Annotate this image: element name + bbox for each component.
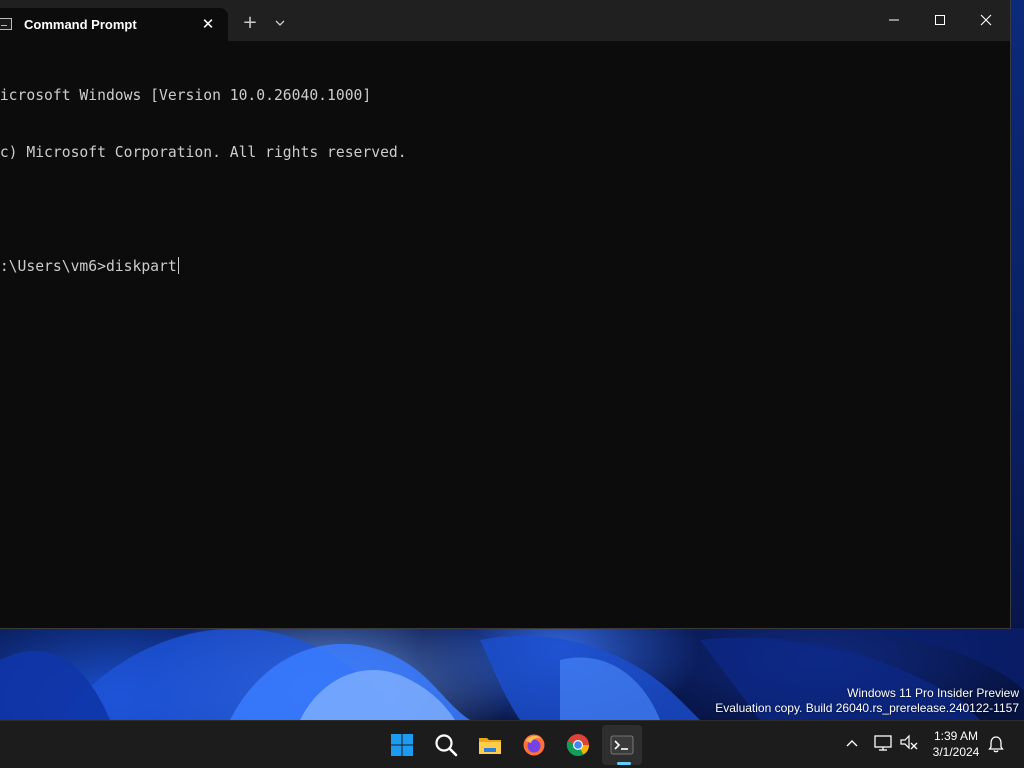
close-window-button[interactable] <box>963 0 1009 41</box>
network-icon <box>874 735 892 751</box>
notifications-button[interactable] <box>986 734 1006 754</box>
title-bar[interactable]: Command Prompt ✕ + <box>0 0 1010 41</box>
system-clock[interactable]: 1:39 AM 3/1/2024 <box>928 728 984 760</box>
taskbar <box>0 720 1024 768</box>
volume-muted-icon <box>900 734 918 750</box>
firefox-icon <box>523 734 545 756</box>
console-output[interactable]: Microsoft Windows [Version 10.0.26040.10… <box>0 48 1000 314</box>
desktop: Windows 11 Pro Insider Preview Evaluatio… <box>0 0 1024 768</box>
minimize-icon <box>889 19 899 21</box>
new-tab-button[interactable]: + <box>240 13 260 33</box>
tab-dropdown-button[interactable] <box>270 13 290 33</box>
search-icon <box>435 734 458 757</box>
windows-logo-icon <box>391 734 413 756</box>
chevron-up-icon <box>846 740 858 747</box>
volume-button[interactable] <box>899 733 919 753</box>
start-button[interactable] <box>382 725 422 765</box>
clock-date: 3/1/2024 <box>932 745 980 759</box>
watermark-build: Evaluation copy. Build 26040.rs_prerelea… <box>715 701 1019 715</box>
show-hidden-icons-button[interactable] <box>843 735 861 753</box>
console-line: Microsoft Windows [Version 10.0.26040.10… <box>0 87 372 104</box>
chrome-button[interactable] <box>558 725 598 765</box>
maximize-icon <box>935 15 945 25</box>
file-explorer-button[interactable] <box>470 725 510 765</box>
running-indicator <box>617 762 631 765</box>
tab-close-button[interactable]: ✕ <box>200 16 216 32</box>
terminal-taskbar-button[interactable] <box>602 725 642 765</box>
os-watermark: Windows 11 Pro Insider Preview Evaluatio… <box>715 686 1019 716</box>
search-button[interactable] <box>426 725 466 765</box>
terminal-icon <box>610 735 634 755</box>
maximize-button[interactable] <box>917 0 963 41</box>
folder-icon <box>479 738 501 754</box>
console-line: (c) Microsoft Corporation. All rights re… <box>0 144 407 161</box>
tab-title: Command Prompt <box>24 17 137 32</box>
network-button[interactable] <box>873 733 893 753</box>
minimize-button[interactable] <box>871 0 917 41</box>
clock-time: 1:39 AM <box>933 729 979 743</box>
console-input[interactable]: C:\Users\vm6>diskpart <box>0 258 177 275</box>
text-cursor <box>177 257 179 274</box>
firefox-button[interactable] <box>514 725 554 765</box>
terminal-window: Command Prompt ✕ + Microsoft Windows [Ve… <box>0 0 1011 629</box>
watermark-edition: Windows 11 Pro Insider Preview <box>847 686 1019 700</box>
close-icon <box>980 14 992 26</box>
command-prompt-icon <box>0 18 12 30</box>
bell-icon <box>988 736 1004 753</box>
chrome-icon <box>566 734 589 756</box>
chevron-down-icon <box>275 20 285 26</box>
console-prompt-line[interactable]: C:\Users\vm6>diskpart <box>0 257 1000 276</box>
tab-command-prompt[interactable]: Command Prompt ✕ <box>0 8 228 41</box>
